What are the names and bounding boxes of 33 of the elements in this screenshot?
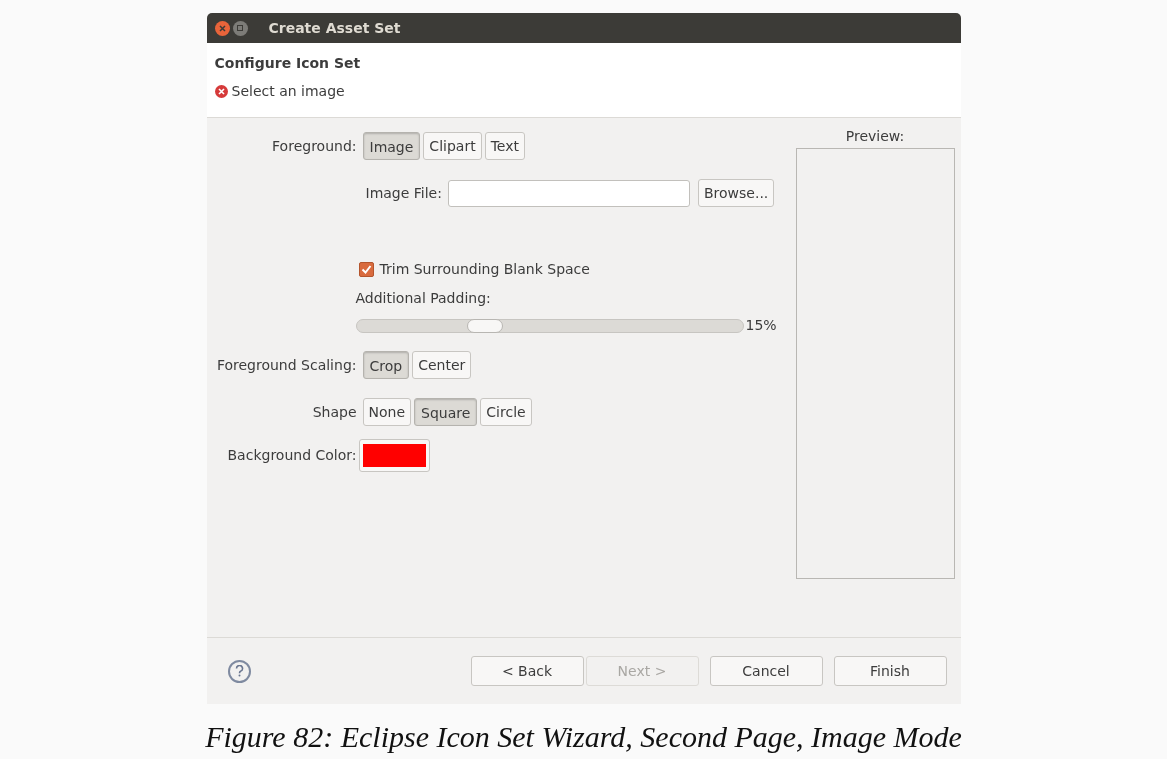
toggle-option[interactable]: Square — [414, 398, 478, 426]
toggle-option[interactable]: Circle — [480, 398, 532, 426]
toggle-option[interactable]: Center — [412, 351, 472, 379]
wizard-button[interactable]: < Back — [470, 656, 584, 686]
preview-label: Preview: — [845, 127, 905, 146]
slider-value: 15% — [745, 316, 777, 335]
field-label: Additional Padding: — [355, 289, 491, 308]
figure-caption: Figure 82: Eclipse Icon Set Wizard, Second Page, Image Mode — [205, 719, 962, 755]
field-label: Background Color: — [227, 446, 357, 465]
checkbox-label: Trim Surrounding Blank Space — [379, 260, 590, 279]
window-title: Create Asset Set — [268, 18, 401, 38]
minimize-icon[interactable] — [232, 20, 248, 36]
field-label: Foreground: — [272, 136, 357, 156]
slider-track[interactable] — [355, 318, 744, 333]
toggle-option[interactable]: Image — [362, 132, 421, 160]
field-label: Foreground Scaling: — [216, 355, 357, 375]
field-label: Shape — [312, 402, 357, 422]
toggle-option[interactable]: Crop — [362, 351, 410, 379]
toggle-option[interactable]: None — [362, 398, 412, 426]
browse-button[interactable]: Browse... — [697, 179, 775, 207]
toggle-option[interactable]: Clipart — [423, 132, 482, 160]
error-message: Select an image — [231, 82, 345, 101]
error-icon — [214, 85, 228, 98]
wizard-button[interactable]: Cancel — [709, 656, 823, 686]
field-label: Image File: — [365, 183, 442, 203]
page-title: Configure Icon Set — [214, 54, 361, 73]
input-field[interactable] — [447, 179, 690, 207]
help-icon[interactable] — [227, 659, 251, 683]
toggle-option[interactable]: Text — [484, 132, 525, 160]
checkbox[interactable] — [358, 262, 374, 277]
wizard-button[interactable]: Finish — [833, 656, 947, 686]
slider-thumb[interactable] — [466, 318, 503, 333]
close-icon[interactable] — [214, 20, 230, 36]
